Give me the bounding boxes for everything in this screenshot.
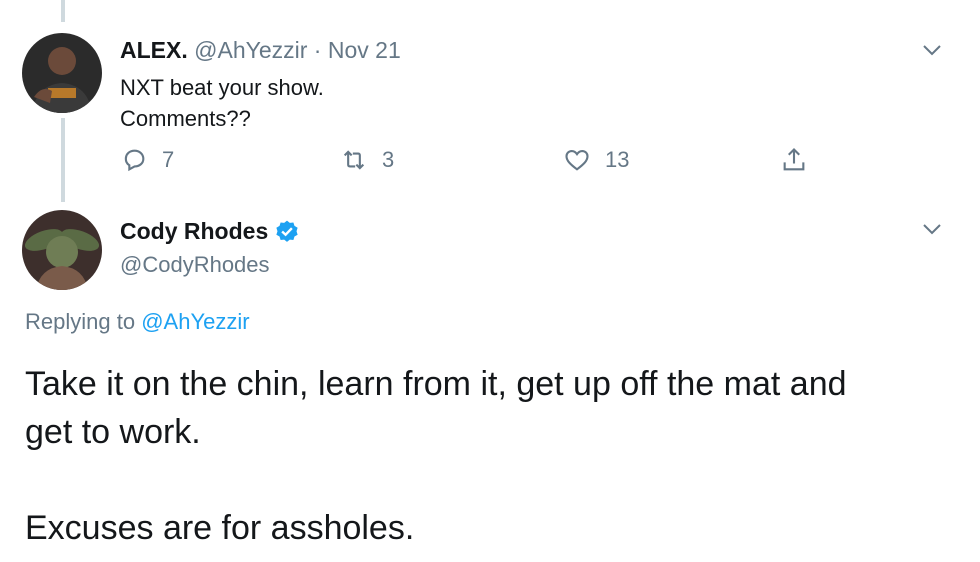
tweet2-body-line: get to work. xyxy=(25,413,201,451)
reply-button[interactable]: 7 xyxy=(120,146,174,174)
replying-to-label: Replying to xyxy=(25,309,136,334)
tweet1-author-name[interactable]: ALEX. xyxy=(120,37,188,63)
tweet1-text-line: Comments?? xyxy=(120,106,251,131)
verified-badge-icon xyxy=(276,220,298,242)
share-icon xyxy=(783,148,805,171)
tweet1-date[interactable]: Nov 21 xyxy=(328,37,401,63)
retweet-count: 3 xyxy=(382,147,395,172)
chevron-down-icon[interactable] xyxy=(920,217,944,241)
replying-to-link[interactable]: @AhYezzir xyxy=(141,309,249,334)
tweet2-author-handle[interactable]: @CodyRhodes xyxy=(120,252,270,278)
retweet-button[interactable]: 3 xyxy=(340,146,394,174)
tweet1-author-handle[interactable]: @AhYezzir xyxy=(194,37,307,63)
replying-to: Replying to @AhYezzir xyxy=(25,309,250,335)
share-button[interactable] xyxy=(780,146,822,174)
tweet2-author[interactable]: Cody Rhodes xyxy=(120,218,300,245)
alex-avatar[interactable] xyxy=(22,33,102,113)
reply-icon xyxy=(124,149,145,172)
chevron-down-icon[interactable] xyxy=(920,38,944,62)
like-count: 13 xyxy=(605,147,630,172)
tweet1-text-line: NXT beat your show. xyxy=(120,75,324,100)
like-button[interactable]: 13 xyxy=(563,146,629,174)
tweet2-body-line: Excuses are for assholes. xyxy=(25,509,415,547)
reply-count: 7 xyxy=(162,147,175,172)
heart-icon xyxy=(565,149,589,171)
tweet2-body-line: Take it on the chin, learn from it, get … xyxy=(25,365,847,403)
tweet1-actions: 7 3 13 xyxy=(0,146,980,178)
retweet-icon xyxy=(343,150,365,170)
tweet1-text: NXT beat your show. Comments?? xyxy=(120,72,324,134)
thread-line-top xyxy=(61,0,65,22)
tweet2-author-name[interactable]: Cody Rhodes xyxy=(120,218,268,245)
tweet1-separator: · xyxy=(313,37,322,63)
tweet1-header: ALEX. @AhYezzir · Nov 21 xyxy=(120,36,401,64)
cody-avatar[interactable] xyxy=(22,210,102,290)
tweet2-body: Take it on the chin, learn from it, get … xyxy=(25,360,955,552)
